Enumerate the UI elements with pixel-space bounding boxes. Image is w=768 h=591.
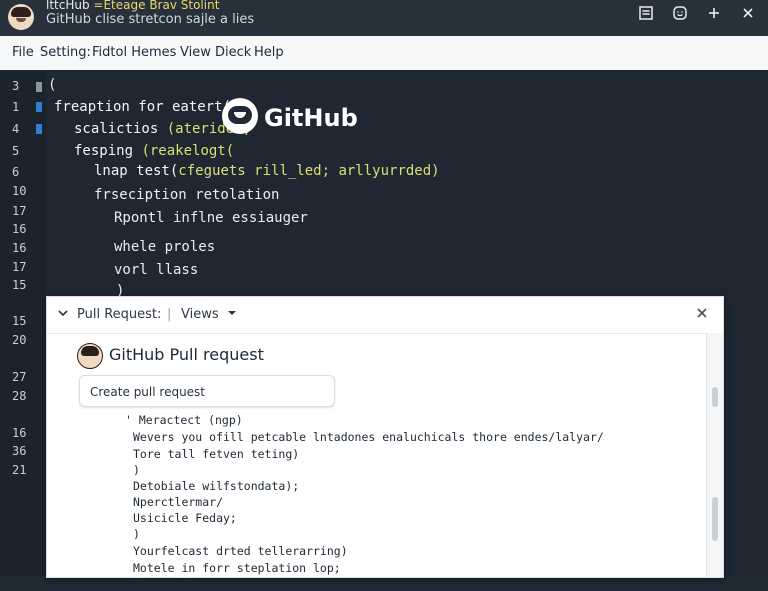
app-logo-icon xyxy=(8,4,34,30)
code-token: cfeguets rill_led; arllyurrded) xyxy=(178,163,440,179)
window-title-accent: =Eteage Brav Stolint xyxy=(93,0,220,12)
github-octocat-icon xyxy=(222,98,258,134)
pr-text-line: ) xyxy=(133,527,140,541)
collapse-chevron-icon[interactable] xyxy=(57,307,69,323)
code-line: freaption for eatert(. xyxy=(54,99,239,115)
menu-item-setting[interactable]: Setting: xyxy=(40,45,91,60)
close-icon[interactable] xyxy=(693,305,711,323)
views-dropdown[interactable]: Views xyxy=(181,307,237,322)
title-bar: lttcHub =Eteage Brav Stolint GitHub clis… xyxy=(0,0,768,36)
pr-text-line: Yourfelcast drted tellerarring) xyxy=(133,544,348,558)
menu-item-tools[interactable]: Fidtol Hemes xyxy=(92,45,176,60)
avatar xyxy=(77,343,103,369)
github-wordmark: GitHub xyxy=(264,104,358,132)
code-token: (reakelogt( xyxy=(141,143,235,159)
change-marker xyxy=(36,102,42,112)
pr-text-line: Nperctlermar/ xyxy=(133,495,224,509)
menu-item-file[interactable]: File xyxy=(12,45,34,60)
line-number: 10 xyxy=(12,184,27,198)
code-line: whele proles xyxy=(114,239,216,255)
window-title-line1: lttcHub =Eteage Brav Stolint xyxy=(46,0,219,12)
pr-text-line: Durresy!) xyxy=(133,577,196,591)
pr-text-line: Motele in forr steplation lop; xyxy=(133,561,341,575)
plus-icon[interactable] xyxy=(704,6,724,26)
line-number: 16 xyxy=(12,222,27,236)
code-line: vorl llass xyxy=(114,262,199,278)
code-line: fesping (reakelogt( xyxy=(74,143,234,159)
line-number: 1 xyxy=(12,100,20,114)
line-number: 16 xyxy=(12,241,27,255)
views-label: Views xyxy=(181,307,219,322)
pull-request-tab[interactable]: Pull Request: xyxy=(77,307,161,322)
create-pull-request-button[interactable]: Create pull request xyxy=(79,375,335,407)
code-line: lnap test(cfeguets rill_led; arllyurrded… xyxy=(94,163,440,179)
pr-text-line: Usicicle Feday; xyxy=(133,511,237,525)
change-marker xyxy=(36,82,42,92)
window-title-text: lttcHub xyxy=(46,0,90,12)
close-icon[interactable] xyxy=(738,6,758,26)
pr-text-line: ) xyxy=(133,463,140,477)
smile-icon[interactable] xyxy=(670,6,690,26)
line-number: 15 xyxy=(12,278,27,292)
pull-request-title: GitHub Pull request xyxy=(109,345,264,364)
code-line: Rpontl inflne essiauger xyxy=(114,210,308,226)
line-number: 17 xyxy=(12,260,27,274)
line-number: 17 xyxy=(12,204,27,218)
code-token: scalictios xyxy=(74,121,167,137)
line-number: 5 xyxy=(12,144,20,158)
line-number: 36 xyxy=(12,444,27,458)
code-token: lnap test( xyxy=(94,163,179,179)
line-number: 6 xyxy=(12,165,20,179)
panel-header: Pull Request: | Views xyxy=(47,297,723,334)
line-number: 20 xyxy=(12,333,27,347)
menu-item-help[interactable]: Help xyxy=(254,45,284,60)
header-separator: | xyxy=(167,307,172,322)
line-number: 28 xyxy=(12,389,27,403)
line-number: 4 xyxy=(12,122,20,136)
code-line: frseciption retolation xyxy=(94,187,280,203)
panel-body: GitHub Pull request Create pull request … xyxy=(47,333,707,591)
line-number: 21 xyxy=(12,463,27,477)
pr-text-line: Wevers you ofill petcable lntadones enal… xyxy=(133,430,604,444)
code-line: ( xyxy=(48,77,57,93)
code-token: fesping xyxy=(74,143,142,159)
pr-text-line: Detobiale wilfstondata); xyxy=(133,479,300,493)
menu-bar: File Setting: Fidtol Hemes View Dieck He… xyxy=(0,36,768,71)
line-number-gutter: 3 1 4 5 6 10 17 16 16 17 15 15 20 27 28 … xyxy=(0,70,46,576)
menu-item-view[interactable]: View Dieck xyxy=(180,45,251,60)
line-number: 27 xyxy=(12,370,27,384)
window-subtitle: GitHub clise stretcon sajle a lies xyxy=(46,12,255,27)
list-icon[interactable] xyxy=(636,6,656,26)
line-number: 3 xyxy=(12,79,20,93)
pr-text-line: Tore tall fetven teting) xyxy=(133,447,300,461)
code-token: freaption for eatert( xyxy=(54,99,232,115)
change-marker xyxy=(36,124,42,134)
pull-request-panel: Pull Request: | Views GitHub Pull reques… xyxy=(46,296,724,591)
scroll-thumb[interactable] xyxy=(712,497,718,541)
pr-text-line: ' Meractect (ngp) xyxy=(125,413,243,427)
panel-scrollbar[interactable] xyxy=(706,333,723,577)
line-number: 15 xyxy=(12,314,27,328)
line-number: 16 xyxy=(12,426,27,440)
scroll-thumb[interactable] xyxy=(712,387,718,407)
github-badge: GitHub xyxy=(222,98,362,138)
